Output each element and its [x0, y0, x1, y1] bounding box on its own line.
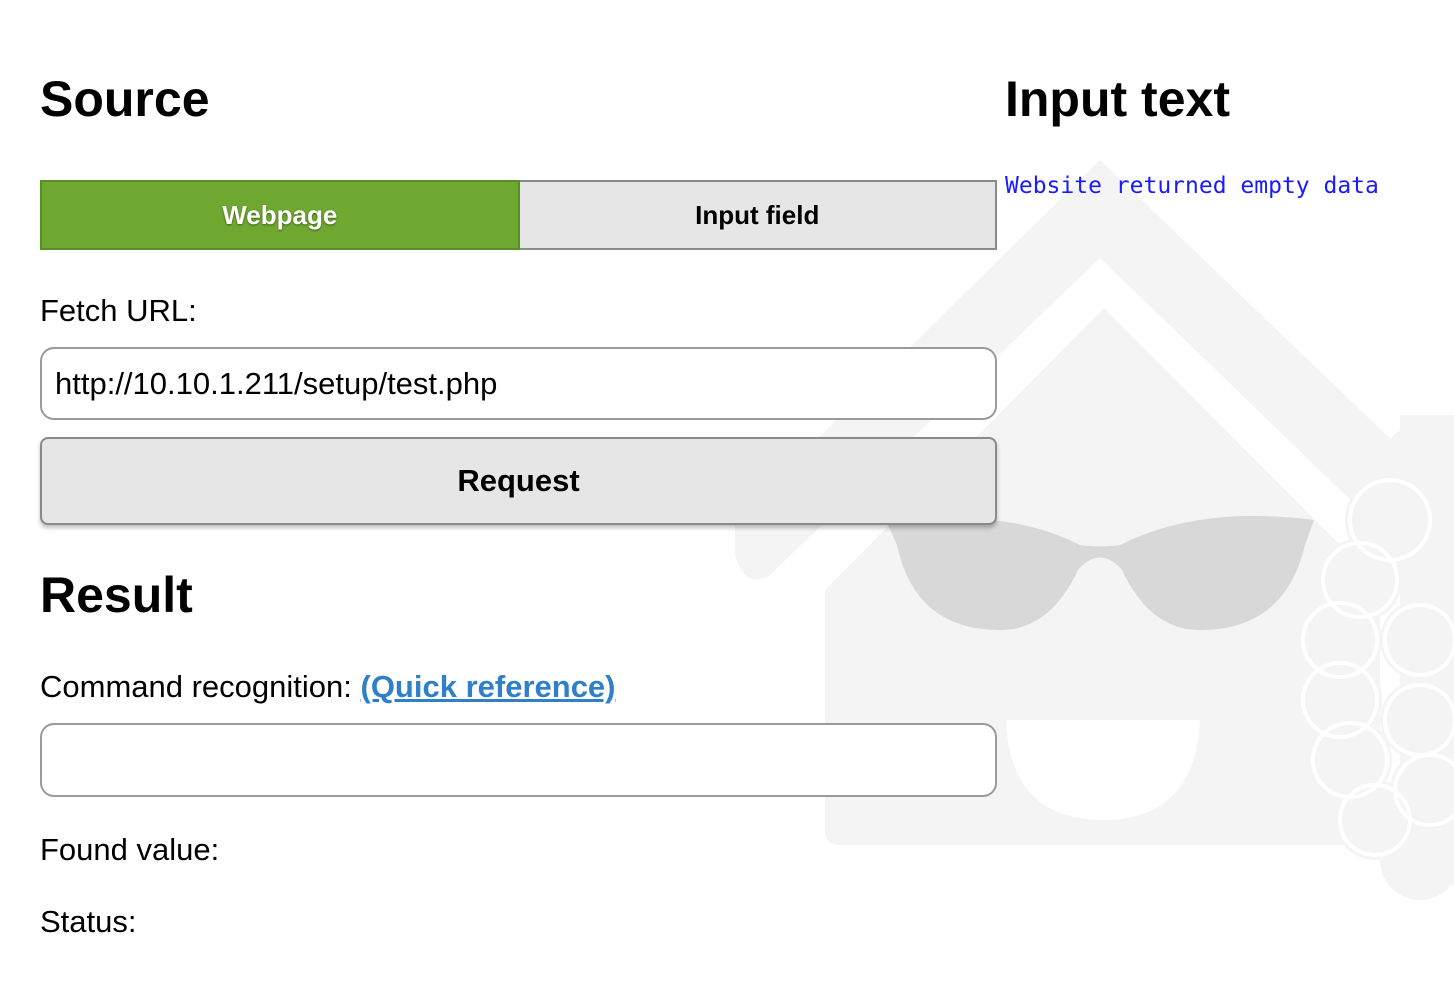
command-recognition-text: Command recognition:	[40, 669, 361, 704]
fetch-url-label: Fetch URL:	[40, 293, 197, 328]
fetch-url-input[interactable]	[40, 347, 997, 420]
quick-reference-link[interactable]: (Quick reference)	[361, 669, 616, 704]
status-label: Status:	[40, 904, 137, 939]
source-tab-group: Webpage Input field	[40, 180, 997, 250]
input-text-heading: Input text	[1005, 71, 1230, 127]
request-button[interactable]: Request	[40, 437, 997, 525]
input-text-message: Website returned empty data	[1005, 173, 1379, 199]
tab-input-field[interactable]: Input field	[519, 180, 997, 250]
source-heading: Source	[40, 71, 210, 127]
tab-webpage[interactable]: Webpage	[40, 180, 520, 250]
command-recognition-input[interactable]	[40, 723, 997, 797]
found-value-label: Found value:	[40, 832, 220, 867]
command-recognition-label: Command recognition: (Quick reference)	[40, 671, 616, 702]
result-heading: Result	[40, 567, 193, 623]
page: Source Webpage Input field Fetch URL: Re…	[0, 0, 1454, 1000]
